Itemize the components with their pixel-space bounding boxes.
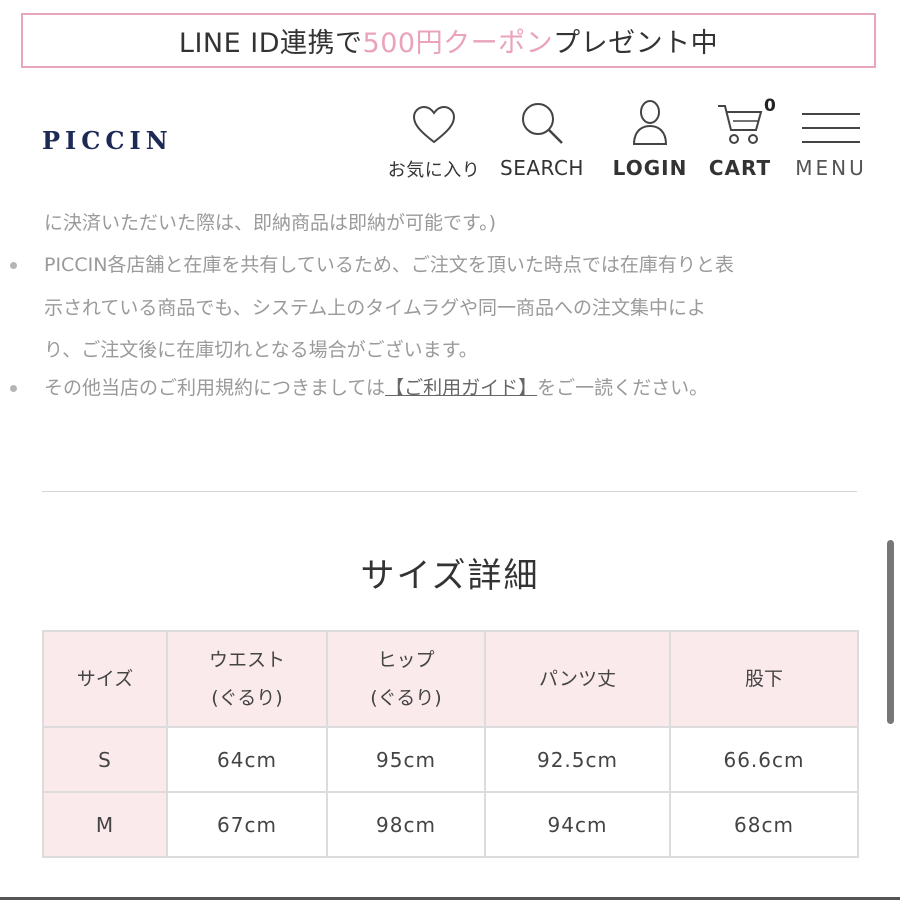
nav-favorites-label: お気に入り <box>387 160 481 181</box>
table-row: M 67cm 98cm 94cm 68cm <box>42 791 859 858</box>
heart-icon <box>411 98 457 146</box>
page: LINE ID連携で 500円クーポン プレゼント中 PICCIN お気に入り SE… <box>0 0 900 900</box>
table-cell: 67cm <box>166 791 328 858</box>
nav-login-label: LOGIN <box>612 156 688 180</box>
nav-favorites[interactable]: お気に入り <box>380 98 488 182</box>
bullet-dot <box>10 385 17 392</box>
banner-text-suffix: プレゼント中 <box>553 28 719 59</box>
cart-icon <box>716 98 764 146</box>
table-header-cell: ウエスト (ぐるり) <box>166 630 328 728</box>
hamburger-menu-icon <box>800 98 862 146</box>
table-header-cell: ヒップ (ぐるり) <box>326 630 486 728</box>
note-text: をご一読ください。 <box>537 377 709 399</box>
note-line: PICCIN各店舗と在庫を共有しているため、ご注文を頂いた時点では在庫有りと表 <box>44 254 734 276</box>
nav-cart-label: CART <box>708 156 772 180</box>
table-header-row: サイズ ウエスト (ぐるり) ヒップ (ぐるり) パンツ丈 股下 <box>42 630 859 728</box>
note-text: その他当店のご利用規約につきましては <box>44 377 386 399</box>
table-cell: 95cm <box>326 726 486 793</box>
search-icon <box>519 98 565 146</box>
table-cell: 68cm <box>669 791 859 858</box>
table-header-cell: サイズ <box>42 630 168 728</box>
note-line-guide: その他当店のご利用規約につきましては【ご利用ガイド】をご一読ください。 <box>44 373 708 400</box>
nav-menu[interactable]: MENU <box>786 98 876 180</box>
note-line: 示されている商品でも、システム上のタイムラグや同一商品への注文集中によ <box>44 297 706 319</box>
table-cell: M <box>42 791 168 858</box>
nav-search[interactable]: SEARCH <box>494 98 590 180</box>
banner-highlight: 500円クーポン <box>362 28 554 59</box>
note-line: に決済いただいた際は、即納商品は即納が可能です。) <box>44 212 497 234</box>
table-cell: 64cm <box>166 726 328 793</box>
table-cell: 92.5cm <box>484 726 671 793</box>
size-table: サイズ ウエスト (ぐるり) ヒップ (ぐるり) パンツ丈 股下 S 64cm 95… <box>42 630 859 858</box>
size-details-title: サイズ詳細 <box>360 556 540 596</box>
table-cell: 66.6cm <box>669 726 859 793</box>
nav-login[interactable]: LOGIN <box>608 98 692 180</box>
table-row: S 64cm 95cm 92.5cm 66.6cm <box>42 726 859 793</box>
usage-guide-link[interactable]: 【ご利用ガイド】 <box>385 377 537 399</box>
table-header-cell: 股下 <box>669 630 859 728</box>
table-cell: 98cm <box>326 791 486 858</box>
nav-search-label: SEARCH <box>500 156 584 180</box>
banner-text-prefix: LINE ID連携で <box>178 28 363 59</box>
bullet-dot <box>10 262 17 269</box>
table-cell: 94cm <box>484 791 671 858</box>
table-header-cell: パンツ丈 <box>484 630 671 728</box>
section-divider <box>42 491 857 492</box>
cart-count-badge: 0 <box>764 96 776 116</box>
site-logo[interactable]: PICCIN <box>42 126 173 155</box>
user-icon <box>630 98 670 146</box>
scrollbar-thumb[interactable] <box>887 540 894 724</box>
line-coupon-banner[interactable]: LINE ID連携で 500円クーポン プレゼント中 <box>21 13 876 68</box>
table-cell: S <box>42 726 168 793</box>
note-line: り、ご注文後に在庫切れとなる場合がございます。 <box>44 339 478 361</box>
nav-menu-label: MENU <box>795 156 867 180</box>
